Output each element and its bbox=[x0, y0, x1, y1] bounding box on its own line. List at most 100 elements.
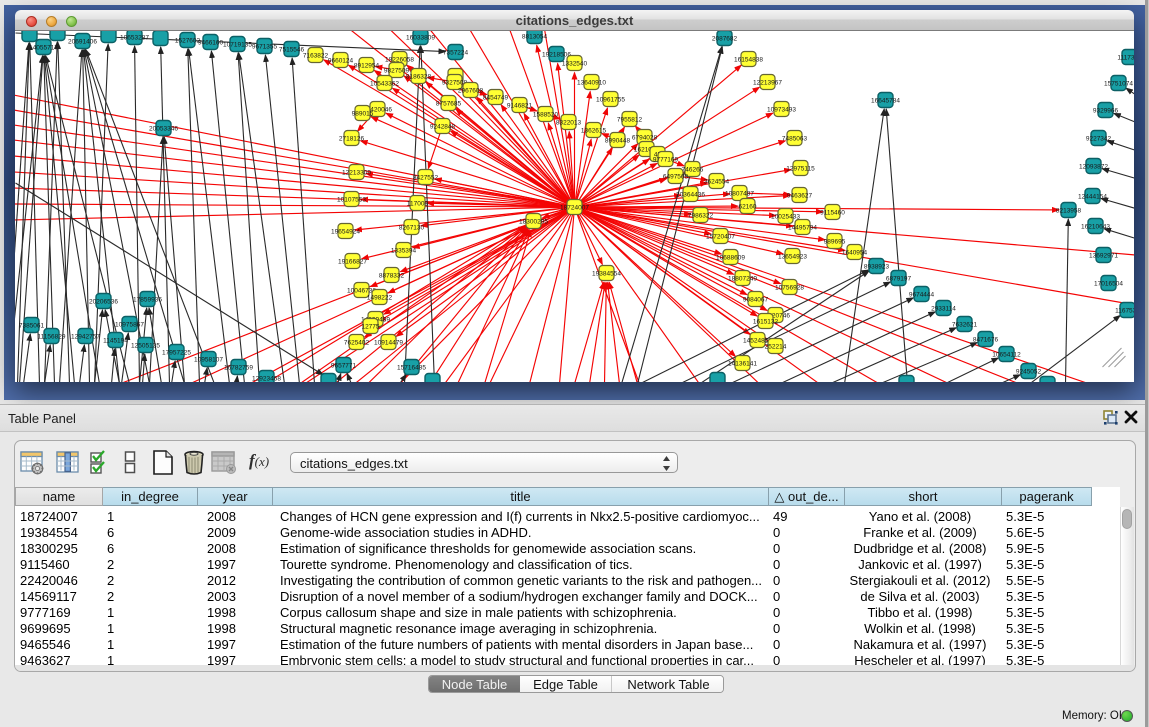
svg-text:8267130: 8267130 bbox=[399, 225, 425, 232]
svg-text:2933114: 2933114 bbox=[931, 306, 956, 313]
svg-text:9227342: 9227342 bbox=[1086, 136, 1112, 143]
svg-text:16033809: 16033809 bbox=[406, 35, 435, 42]
svg-text:6794028: 6794028 bbox=[632, 135, 658, 142]
svg-text:6879197: 6879197 bbox=[886, 276, 912, 283]
svg-text:9242848: 9242848 bbox=[430, 124, 456, 131]
svg-text:8990448: 8990448 bbox=[605, 138, 631, 145]
svg-text:12923468: 12923468 bbox=[252, 376, 281, 383]
svg-text:9671355: 9671355 bbox=[252, 44, 278, 51]
svg-text:14495794: 14495794 bbox=[788, 225, 817, 232]
svg-text:9329966: 9329966 bbox=[1093, 108, 1119, 115]
svg-text:7625402: 7625402 bbox=[344, 340, 370, 347]
svg-text:20364436: 20364436 bbox=[676, 192, 705, 199]
svg-text:10107553: 10107553 bbox=[337, 197, 366, 204]
svg-text:12093872: 12093872 bbox=[1079, 164, 1108, 171]
svg-text:8878332: 8878332 bbox=[379, 273, 405, 280]
svg-text:16782759: 16782759 bbox=[224, 365, 253, 372]
svg-text:16645784: 16645784 bbox=[871, 98, 900, 105]
svg-text:18724007: 18724007 bbox=[560, 205, 589, 212]
svg-text:746266: 746266 bbox=[682, 167, 704, 174]
svg-text:7485063: 7485063 bbox=[782, 136, 808, 143]
svg-text:8454749: 8454749 bbox=[483, 95, 509, 102]
svg-text:15716485: 15716485 bbox=[397, 365, 426, 372]
svg-text:20206536: 20206536 bbox=[89, 299, 118, 306]
svg-text:10958107: 10958107 bbox=[194, 357, 223, 364]
svg-text:14055717: 14055717 bbox=[29, 45, 58, 52]
svg-text:10914479: 10914479 bbox=[374, 340, 403, 347]
svg-text:9777169: 9777169 bbox=[653, 157, 679, 164]
svg-text:989695: 989695 bbox=[824, 239, 846, 246]
svg-text:17859936: 17859936 bbox=[133, 297, 162, 304]
svg-text:19166827: 19166827 bbox=[338, 259, 367, 266]
svg-text:12975115: 12975115 bbox=[786, 166, 815, 173]
svg-text:1498222: 1498222 bbox=[367, 295, 393, 302]
svg-text:8938923: 8938923 bbox=[864, 264, 890, 271]
svg-text:62160: 62160 bbox=[738, 204, 756, 211]
svg-text:8322013: 8322013 bbox=[556, 120, 582, 127]
svg-text:252214: 252214 bbox=[765, 344, 787, 351]
svg-text:7357224: 7357224 bbox=[443, 50, 469, 57]
svg-text:989015: 989015 bbox=[352, 111, 374, 118]
svg-text:8213958: 8213958 bbox=[1056, 208, 1082, 215]
svg-text:1362615: 1362615 bbox=[581, 128, 607, 135]
svg-text:16210643: 16210643 bbox=[1081, 224, 1110, 231]
svg-text:10973493: 10973493 bbox=[767, 107, 796, 114]
svg-text:7385061: 7385061 bbox=[19, 323, 45, 330]
svg-text:10688609: 10688609 bbox=[716, 255, 745, 262]
svg-text:13692971: 13692971 bbox=[1089, 253, 1118, 260]
svg-text:9657771: 9657771 bbox=[331, 363, 357, 370]
svg-text:9245052: 9245052 bbox=[1016, 369, 1042, 376]
svg-text:10025433: 10025433 bbox=[771, 214, 800, 221]
svg-text:9674444: 9674444 bbox=[909, 292, 935, 299]
svg-text:1332540: 1332540 bbox=[562, 61, 588, 68]
svg-text:7163822: 7163822 bbox=[303, 53, 329, 60]
svg-text:117008: 117008 bbox=[407, 201, 429, 208]
svg-text:2967608: 2967608 bbox=[458, 88, 484, 95]
svg-text:7986322: 7986322 bbox=[688, 213, 714, 220]
svg-text:9146821: 9146821 bbox=[507, 103, 533, 110]
svg-text:15751074: 15751074 bbox=[1104, 81, 1133, 88]
svg-text:12942757: 12942757 bbox=[71, 334, 100, 341]
svg-text:8757685: 8757685 bbox=[436, 101, 462, 108]
svg-text:14136141: 14136141 bbox=[728, 361, 757, 368]
svg-text:9115460: 9115460 bbox=[820, 210, 845, 217]
svg-text:10756928: 10756928 bbox=[775, 285, 804, 292]
svg-text:10807487: 10807487 bbox=[725, 191, 754, 198]
svg-text:19384554: 19384554 bbox=[592, 271, 621, 278]
svg-text:19654924: 19654924 bbox=[331, 229, 360, 236]
svg-text:8912954: 8912954 bbox=[354, 63, 380, 70]
svg-text:9660124: 9660124 bbox=[328, 58, 354, 65]
svg-text:7955812: 7955812 bbox=[617, 117, 643, 124]
svg-text:9084067: 9084067 bbox=[743, 297, 769, 304]
svg-text:11156829: 11156829 bbox=[38, 334, 66, 341]
svg-text:10719135: 10719135 bbox=[223, 42, 252, 49]
svg-text:15720407: 15720407 bbox=[706, 234, 735, 241]
svg-text:2718126: 2718126 bbox=[339, 136, 365, 143]
svg-text:20691406: 20691406 bbox=[68, 39, 97, 46]
svg-text:9466160: 9466160 bbox=[198, 40, 224, 47]
svg-text:1640954: 1640954 bbox=[842, 250, 868, 257]
svg-text:1527602: 1527602 bbox=[175, 38, 201, 45]
svg-text:12444154: 12444154 bbox=[1078, 194, 1107, 201]
svg-text:13640910: 13640910 bbox=[577, 80, 606, 87]
svg-text:20053346: 20053346 bbox=[149, 126, 178, 133]
svg-text:1335394: 1335394 bbox=[391, 248, 417, 255]
svg-text:9463627: 9463627 bbox=[787, 193, 813, 200]
svg-text:1615132: 1615132 bbox=[753, 319, 779, 326]
svg-text:1167534: 1167534 bbox=[1115, 308, 1134, 315]
svg-text:10653287: 10653287 bbox=[120, 35, 149, 42]
svg-text:12213967: 12213967 bbox=[753, 80, 782, 87]
svg-text:1145194: 1145194 bbox=[103, 338, 128, 345]
svg-text:18807249: 18807249 bbox=[728, 276, 757, 283]
svg-text:18300295: 18300295 bbox=[519, 219, 548, 226]
svg-text:13654923: 13654923 bbox=[778, 254, 807, 261]
svg-text:1117304: 1117304 bbox=[1117, 55, 1134, 62]
svg-text:3624554: 3624554 bbox=[704, 179, 730, 186]
svg-text:17957225: 17957225 bbox=[162, 350, 191, 357]
svg-text:2087682: 2087682 bbox=[712, 36, 738, 43]
svg-text:12505135: 12505135 bbox=[131, 343, 160, 350]
svg-text:12213309: 12213309 bbox=[342, 170, 371, 177]
svg-text:10975867: 10975867 bbox=[115, 322, 144, 329]
svg-text:7632621: 7632621 bbox=[952, 322, 978, 329]
svg-text:8427552: 8427552 bbox=[413, 175, 439, 182]
